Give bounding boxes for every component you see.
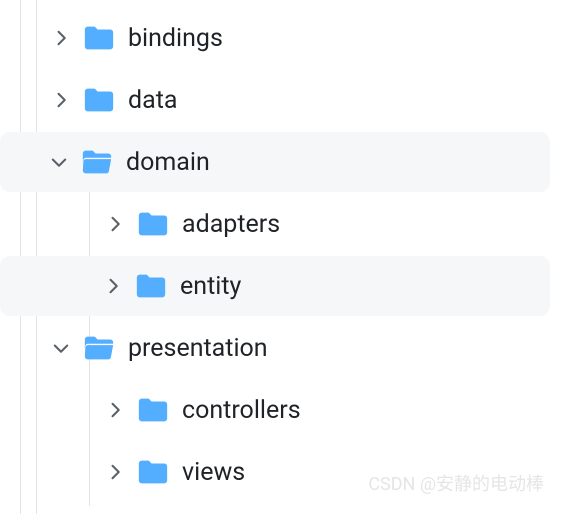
chevron-right-icon[interactable]: [104, 214, 126, 234]
folder-label: controllers: [182, 396, 301, 425]
tree-row-data[interactable]: data: [2, 70, 550, 130]
file-tree: bindings data domain adapters entity presenta…: [0, 0, 574, 502]
folder-label: views: [182, 458, 245, 487]
folder-label: presentation: [128, 334, 268, 363]
folder-label: bindings: [128, 24, 223, 53]
chevron-down-icon[interactable]: [50, 338, 72, 358]
folder-icon: [136, 393, 170, 427]
folder-icon: [136, 207, 170, 241]
tree-row-controllers[interactable]: controllers: [2, 380, 550, 440]
folder-icon: [134, 269, 168, 303]
folder-label: adapters: [182, 210, 280, 239]
folder-label: domain: [126, 148, 210, 177]
folder-open-icon: [82, 331, 116, 365]
chevron-down-icon[interactable]: [48, 152, 70, 172]
chevron-right-icon[interactable]: [50, 90, 72, 110]
chevron-right-icon[interactable]: [104, 462, 126, 482]
tree-row-domain[interactable]: domain: [0, 132, 550, 192]
folder-icon: [82, 21, 116, 55]
tree-row-entity[interactable]: entity: [0, 256, 550, 316]
chevron-right-icon[interactable]: [50, 28, 72, 48]
tree-row-bindings[interactable]: bindings: [2, 8, 550, 68]
tree-row-presentation[interactable]: presentation: [2, 318, 550, 378]
folder-open-icon: [80, 145, 114, 179]
folder-label: entity: [180, 272, 241, 301]
chevron-right-icon[interactable]: [104, 400, 126, 420]
tree-row-views[interactable]: views: [2, 442, 550, 502]
folder-label: data: [128, 86, 177, 115]
tree-row-adapters[interactable]: adapters: [2, 194, 550, 254]
folder-icon: [82, 83, 116, 117]
folder-icon: [136, 455, 170, 489]
chevron-right-icon[interactable]: [102, 276, 124, 296]
